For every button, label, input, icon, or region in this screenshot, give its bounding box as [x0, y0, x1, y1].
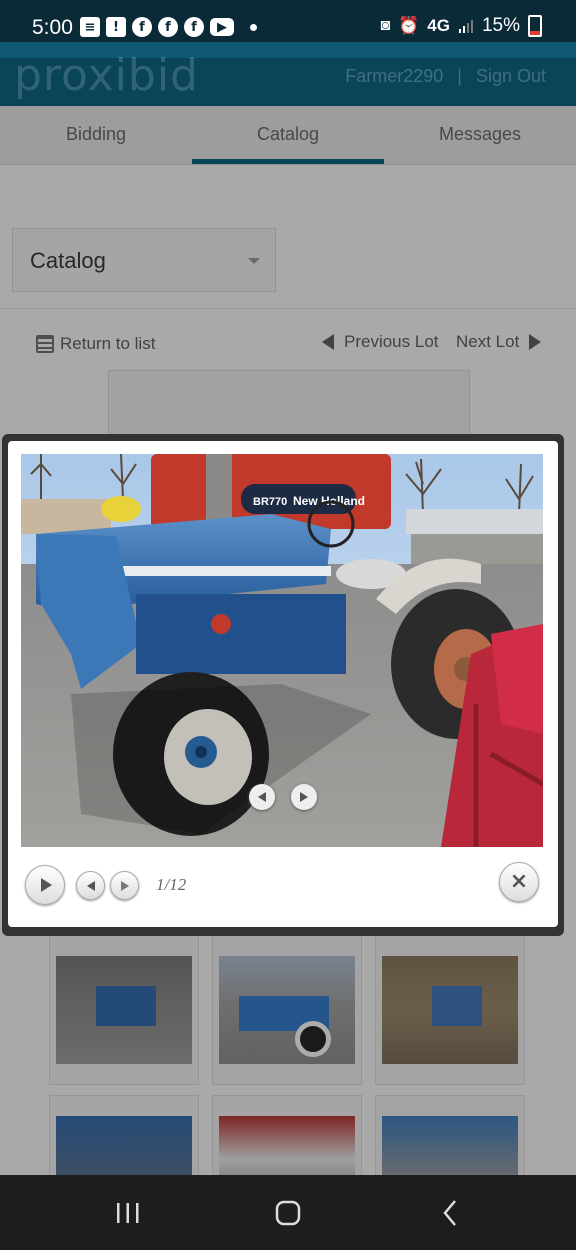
recent-apps-button[interactable]: [100, 1175, 155, 1250]
chevron-left-icon: [86, 880, 95, 891]
lightbox-next-button[interactable]: [110, 871, 139, 900]
facebook-icon: f: [184, 17, 204, 37]
back-button[interactable]: [422, 1175, 477, 1250]
play-icon: [41, 878, 52, 892]
dot-icon: [250, 23, 257, 31]
home-icon: [275, 1200, 300, 1225]
network-label: 4G: [427, 16, 450, 35]
photo-model-text: BR770: [253, 496, 287, 508]
alarm-icon: ⏰: [398, 16, 420, 35]
chevron-left-icon: [258, 792, 266, 802]
back-icon: [442, 1199, 456, 1226]
system-nav-bar: [0, 1175, 576, 1250]
home-button[interactable]: [260, 1175, 315, 1250]
facebook-icon: f: [158, 17, 178, 37]
android-icon: ◙: [380, 17, 391, 34]
chevron-right-icon: [300, 792, 308, 802]
tractor-photo[interactable]: BR770 New Holland: [21, 454, 543, 847]
battery-percent: 15%: [481, 15, 520, 36]
alert-icon: !: [106, 17, 126, 37]
signal-icon: [458, 20, 473, 33]
photo-next-button[interactable]: [291, 784, 317, 810]
facebook-icon: f: [132, 17, 152, 37]
message-icon: ≡: [80, 17, 100, 37]
battery-icon: [528, 15, 542, 37]
lightbox-close-button[interactable]: ×: [499, 862, 539, 902]
close-icon: ×: [509, 869, 529, 894]
clock: 5:00: [32, 16, 73, 39]
image-counter: 1/12: [156, 875, 187, 894]
chevron-right-icon: [120, 880, 129, 891]
photo-prev-button[interactable]: [249, 784, 275, 810]
lightbox-prev-button[interactable]: [76, 871, 105, 900]
recent-apps-icon: [116, 1202, 138, 1223]
notification-icons: ≡ ! f f f ▶: [80, 17, 257, 37]
youtube-icon: ▶: [210, 18, 234, 36]
slideshow-play-button[interactable]: [25, 865, 65, 905]
system-icons: ◙ ⏰ 4G 15%: [380, 15, 542, 37]
